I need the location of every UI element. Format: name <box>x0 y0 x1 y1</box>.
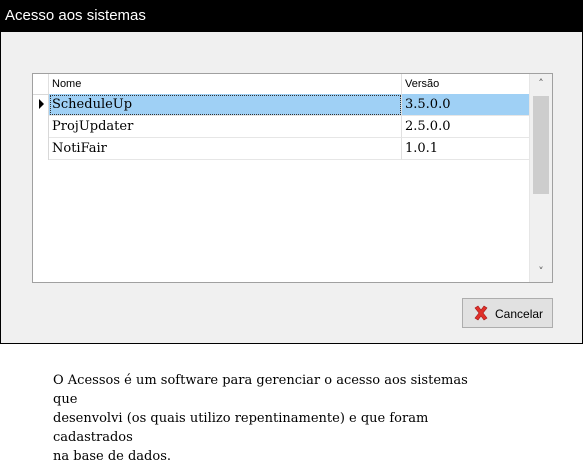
row-header[interactable] <box>33 116 49 138</box>
cell-nome[interactable]: ProjUpdater <box>49 116 402 138</box>
cell-nome[interactable]: ScheduleUp <box>49 94 402 116</box>
cancel-button[interactable]: Cancelar <box>462 298 553 328</box>
row-header-corner <box>33 74 49 94</box>
description-line: desenvolvi (os quais utilizo repentiname… <box>53 411 429 445</box>
window-title: Acesso aos sistemas <box>5 7 146 24</box>
row-header[interactable] <box>33 138 49 160</box>
description-line: O Acessos é um software para gerenciar o… <box>53 373 468 407</box>
grid-header: Nome Versão <box>33 74 530 95</box>
row-header[interactable] <box>33 94 49 116</box>
table-row[interactable]: ProjUpdater 2.5.0.0 <box>33 116 530 138</box>
cell-versao[interactable]: 2.5.0.0 <box>402 116 530 138</box>
cell-nome[interactable]: NotiFair <box>49 138 402 160</box>
current-row-arrow-icon <box>39 99 44 109</box>
cell-versao[interactable]: 3.5.0.0 <box>402 94 530 116</box>
table-row[interactable]: ScheduleUp 3.5.0.0 <box>33 94 530 116</box>
column-header-versao[interactable]: Versão <box>402 74 530 94</box>
vertical-scrollbar[interactable]: ˄ ˅ <box>529 74 552 282</box>
column-header-nome[interactable]: Nome <box>49 74 402 94</box>
title-bar[interactable]: Acesso aos sistemas <box>1 1 582 32</box>
description-text: O Acessos é um software para gerenciar o… <box>53 371 493 466</box>
systems-grid[interactable]: Nome Versão ScheduleUp 3.5.0.0 ProjUpdat… <box>32 73 553 283</box>
scroll-thumb[interactable] <box>533 96 549 194</box>
dialog-window: Acesso aos sistemas Nome Versão Schedule… <box>0 0 583 344</box>
red-x-icon <box>474 305 488 321</box>
table-row[interactable]: NotiFair 1.0.1 <box>33 138 530 160</box>
scroll-up-icon[interactable]: ˄ <box>530 74 552 94</box>
scroll-down-icon[interactable]: ˅ <box>530 262 552 282</box>
cancel-button-label: Cancelar <box>495 307 544 321</box>
cell-versao[interactable]: 1.0.1 <box>402 138 530 160</box>
